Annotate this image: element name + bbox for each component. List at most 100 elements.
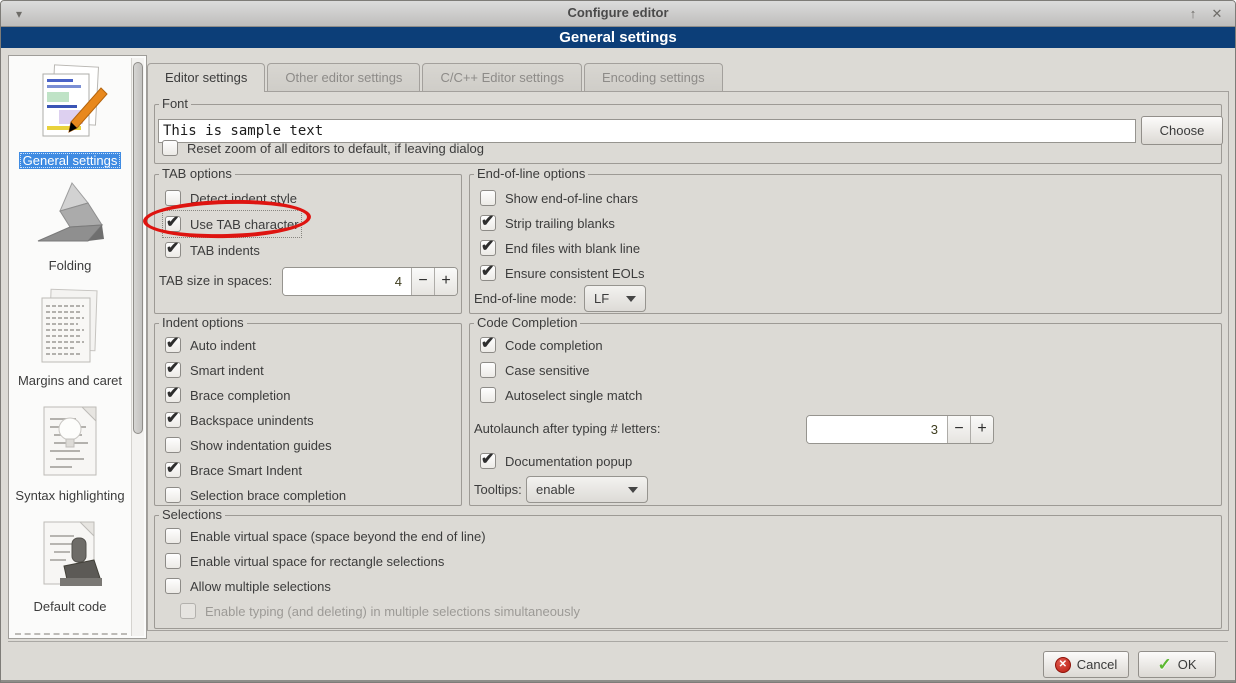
checkbox-icon: ✔ bbox=[165, 553, 181, 569]
checkbox-icon: ✔ bbox=[480, 362, 496, 378]
tab-size-decrement-button[interactable]: − bbox=[411, 268, 434, 295]
checkbox-icon: ✔ bbox=[165, 437, 181, 453]
choose-font-button[interactable]: Choose bbox=[1141, 116, 1223, 145]
checkbox-icon: ✔ bbox=[480, 240, 496, 256]
checkbox-code-completion[interactable]: ✔ Code completion bbox=[480, 334, 603, 356]
checkbox-icon: ✔ bbox=[480, 387, 496, 403]
eol-mode-dropdown[interactable]: LF bbox=[584, 285, 646, 312]
sidebar-item-label[interactable]: General settings bbox=[19, 152, 122, 169]
tab-size-value[interactable]: 4 bbox=[283, 268, 411, 295]
code-completion-legend: Code Completion bbox=[474, 316, 580, 330]
tab-bar: Editor settings Other editor settings C/… bbox=[147, 63, 725, 92]
indent-options-group: Indent options ✔ Auto indent ✔ Smart ind… bbox=[154, 323, 462, 506]
tab-size-increment-button[interactable]: + bbox=[434, 268, 457, 295]
checkbox-icon: ✔ bbox=[165, 462, 181, 478]
checkbox-enable-virtual-space[interactable]: ✔ Enable virtual space (space beyond the… bbox=[165, 525, 486, 547]
checkbox-backspace-unindents[interactable]: ✔ Backspace unindents bbox=[165, 409, 314, 431]
sidebar: General settings Folding bbox=[8, 55, 147, 639]
tab-cpp-editor-settings[interactable]: C/C++ Editor settings bbox=[422, 63, 582, 91]
checkbox-icon: ✔ bbox=[480, 337, 496, 353]
tab-editor-settings[interactable]: Editor settings bbox=[147, 63, 265, 92]
checkbox-icon: ✔ bbox=[165, 487, 181, 503]
checkbox-enable-typing-multiple-selections: ✔ Enable typing (and deleting) in multip… bbox=[180, 600, 580, 622]
editor-settings-panel: Font Choose ✔ Reset zoom of all editors … bbox=[147, 91, 1229, 631]
checkbox-allow-multiple-selections[interactable]: ✔ Allow multiple selections bbox=[165, 575, 331, 597]
checkbox-icon: ✔ bbox=[165, 216, 181, 232]
ok-check-icon: ✓ bbox=[1157, 657, 1171, 673]
sidebar-item-label[interactable]: Folding bbox=[45, 257, 96, 274]
checkbox-detect-indent-style[interactable]: ✔ Detect indent style bbox=[165, 187, 297, 209]
checkbox-show-indentation-guides[interactable]: ✔ Show indentation guides bbox=[165, 434, 332, 456]
tab-other-editor-settings[interactable]: Other editor settings bbox=[267, 63, 420, 91]
selections-group: Selections ✔ Enable virtual space (space… bbox=[154, 515, 1222, 629]
eol-mode-label: End-of-line mode: bbox=[474, 291, 577, 306]
checkbox-documentation-popup[interactable]: ✔ Documentation popup bbox=[480, 450, 632, 472]
tab-encoding-settings[interactable]: Encoding settings bbox=[584, 63, 723, 91]
eol-options-group: End-of-line options ✔ Show end-of-line c… bbox=[469, 174, 1222, 314]
checkbox-smart-indent[interactable]: ✔ Smart indent bbox=[165, 359, 264, 381]
autolaunch-label: Autolaunch after typing # letters: bbox=[474, 421, 660, 436]
checkbox-selection-brace-completion[interactable]: ✔ Selection brace completion bbox=[165, 484, 346, 506]
tooltips-label: Tooltips: bbox=[474, 482, 522, 497]
sidebar-item-general-settings[interactable]: General settings bbox=[19, 62, 122, 169]
autolaunch-value[interactable]: 3 bbox=[807, 416, 947, 443]
checkbox-autoselect-single-match[interactable]: ✔ Autoselect single match bbox=[480, 384, 642, 406]
checkbox-brace-smart-indent[interactable]: ✔ Brace Smart Indent bbox=[165, 459, 302, 481]
checkbox-icon: ✔ bbox=[162, 140, 178, 156]
tooltips-dropdown[interactable]: enable bbox=[526, 476, 648, 503]
tab-options-group: TAB options ✔ Detect indent style ✔ Use … bbox=[154, 174, 462, 314]
origami-icon bbox=[30, 179, 110, 255]
page-bulb-icon bbox=[32, 401, 108, 485]
checkbox-icon: ✔ bbox=[480, 190, 496, 206]
checkbox-virtual-space-rectangle[interactable]: ✔ Enable virtual space for rectangle sel… bbox=[165, 550, 444, 572]
cancel-icon: ✕ bbox=[1055, 657, 1071, 673]
sidebar-item-label[interactable]: Margins and caret bbox=[14, 372, 126, 389]
checkbox-icon: ✔ bbox=[480, 453, 496, 469]
sidebar-item-folding[interactable]: Folding bbox=[30, 179, 110, 274]
checkbox-strip-trailing-blanks[interactable]: ✔ Strip trailing blanks bbox=[480, 212, 615, 234]
checkbox-icon: ✔ bbox=[165, 362, 181, 378]
sidebar-scroll-indicator bbox=[15, 633, 127, 635]
checkbox-icon: ✔ bbox=[165, 412, 181, 428]
checkbox-icon: ✔ bbox=[165, 578, 181, 594]
tab-size-label: TAB size in spaces: bbox=[159, 273, 272, 288]
sidebar-item-label[interactable]: Syntax highlighting bbox=[11, 487, 128, 504]
indent-options-legend: Indent options bbox=[159, 316, 247, 330]
tab-size-spinner[interactable]: 4 − + bbox=[282, 267, 458, 296]
checkbox-show-eol-chars[interactable]: ✔ Show end-of-line chars bbox=[480, 187, 638, 209]
checkbox-icon: ✔ bbox=[165, 337, 181, 353]
autolaunch-decrement-button[interactable]: − bbox=[947, 416, 970, 443]
checkbox-use-tab-character[interactable]: ✔ Use TAB character bbox=[165, 213, 299, 235]
checkbox-case-sensitive[interactable]: ✔ Case sensitive bbox=[480, 359, 590, 381]
selections-legend: Selections bbox=[159, 508, 225, 522]
eol-options-legend: End-of-line options bbox=[474, 167, 588, 181]
checkbox-brace-completion[interactable]: ✔ Brace completion bbox=[165, 384, 290, 406]
titlebar: ▾ Configure editor ↑ ✕ bbox=[1, 1, 1235, 27]
maximize-icon[interactable]: ↑ bbox=[1183, 4, 1203, 24]
autolaunch-increment-button[interactable]: + bbox=[970, 416, 993, 443]
footer-separator bbox=[8, 641, 1228, 642]
sidebar-item-syntax-highlighting[interactable]: Syntax highlighting bbox=[11, 401, 128, 504]
sidebar-item-default-code[interactable]: Default code bbox=[30, 516, 111, 615]
window-bottom-edge bbox=[1, 680, 1235, 682]
checkbox-tab-indents[interactable]: ✔ TAB indents bbox=[165, 239, 260, 261]
checkbox-icon: ✔ bbox=[180, 603, 196, 619]
tooltips-value: enable bbox=[536, 482, 575, 497]
ok-button[interactable]: ✓ OK bbox=[1138, 651, 1216, 678]
chevron-down-icon bbox=[628, 487, 638, 493]
checkbox-icon: ✔ bbox=[480, 265, 496, 281]
checkbox-auto-indent[interactable]: ✔ Auto indent bbox=[165, 334, 256, 356]
checkbox-icon: ✔ bbox=[165, 242, 181, 258]
sidebar-scrollbar-thumb[interactable] bbox=[133, 62, 143, 434]
checkbox-end-files-blank-line[interactable]: ✔ End files with blank line bbox=[480, 237, 640, 259]
checkbox-icon: ✔ bbox=[480, 215, 496, 231]
cancel-button[interactable]: ✕ Cancel bbox=[1043, 651, 1129, 678]
sidebar-scrollbar[interactable] bbox=[131, 58, 144, 636]
checkbox-reset-zoom[interactable]: ✔ Reset zoom of all editors to default, … bbox=[162, 137, 484, 159]
sidebar-item-margins-and-caret[interactable]: Margins and caret bbox=[14, 286, 126, 389]
checkbox-ensure-consistent-eols[interactable]: ✔ Ensure consistent EOLs bbox=[480, 262, 644, 284]
eol-mode-value: LF bbox=[594, 291, 609, 306]
sidebar-item-label[interactable]: Default code bbox=[30, 598, 111, 615]
autolaunch-spinner[interactable]: 3 − + bbox=[806, 415, 994, 444]
close-icon[interactable]: ✕ bbox=[1207, 4, 1227, 24]
